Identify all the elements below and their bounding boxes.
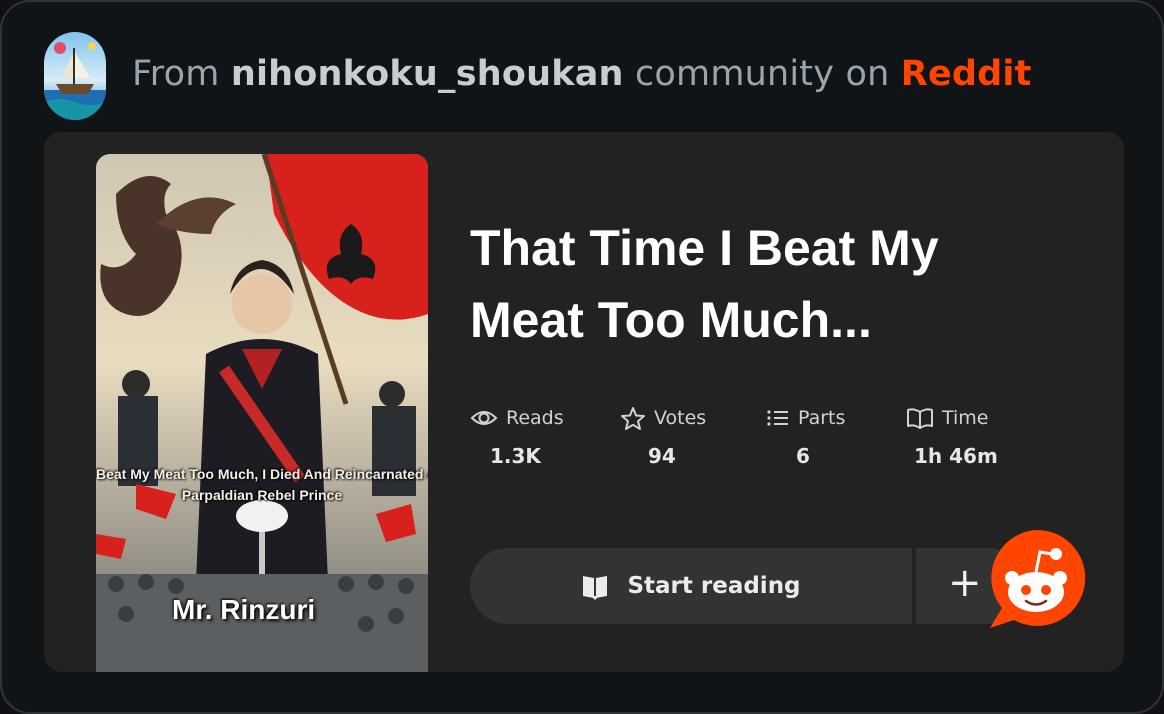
- from-label: From: [132, 54, 220, 94]
- reddit-logo-icon[interactable]: [984, 528, 1088, 632]
- embed-source-text: From nihonkoku_shoukan community on Redd…: [132, 54, 1032, 94]
- stat-votes-label: Votes: [654, 407, 707, 429]
- start-reading-button[interactable]: Start reading: [470, 548, 912, 624]
- stat-reads: Reads 1.3K: [470, 402, 620, 472]
- community-avatar[interactable]: [44, 32, 106, 120]
- community-name-link[interactable]: nihonkoku_shoukan: [231, 54, 624, 94]
- book-icon: [907, 408, 933, 429]
- stat-parts: Parts 6: [766, 402, 906, 472]
- stat-time-label: Time: [942, 407, 989, 429]
- cover-subtitle-line2: Parpaldian Rebel Prince: [181, 487, 343, 503]
- embed-header: From nihonkoku_shoukan community on Redd…: [44, 32, 1032, 120]
- story-stats: Reads 1.3K Votes 94 Parts 6 Time 1h 46m: [470, 402, 1036, 472]
- stat-parts-value: 6: [796, 444, 810, 468]
- stat-time-value: 1h 46m: [914, 444, 998, 468]
- open-book-icon: [583, 576, 608, 600]
- story-cover[interactable]: Beat My Meat Too Much, I Died And Reinca…: [96, 154, 428, 672]
- story-title-line1: That Time I Beat My: [470, 220, 939, 276]
- stat-parts-label: Parts: [798, 407, 846, 429]
- stat-reads-value: 1.3K: [490, 444, 541, 468]
- stat-reads-label: Reads: [506, 407, 564, 429]
- story-title[interactable]: That Time I Beat My Meat Too Much...: [470, 212, 1030, 356]
- stat-votes-value: 94: [648, 444, 676, 468]
- story-card: Beat My Meat Too Much, I Died And Reinca…: [44, 132, 1124, 672]
- stat-votes: Votes 94: [620, 402, 766, 472]
- cover-subtitle-line1: Beat My Meat Too Much, I Died And Reinca…: [96, 466, 428, 482]
- community-on-label: community on: [634, 54, 890, 94]
- story-actions: Start reading +: [470, 548, 1050, 624]
- cover-subtitle: Beat My Meat Too Much, I Died And Reinca…: [96, 464, 428, 506]
- reddit-link[interactable]: Reddit: [901, 54, 1032, 94]
- start-reading-label: Start reading: [627, 573, 801, 599]
- list-icon: [767, 410, 788, 426]
- embed-card: From nihonkoku_shoukan community on Redd…: [0, 0, 1164, 714]
- cover-author: Mr. Rinzuri: [172, 594, 316, 625]
- star-icon: [621, 407, 645, 430]
- story-title-line2: Meat Too Much...: [470, 292, 872, 348]
- plus-icon: +: [948, 560, 982, 606]
- stat-time: Time 1h 46m: [906, 402, 1036, 472]
- eye-icon: [470, 411, 498, 425]
